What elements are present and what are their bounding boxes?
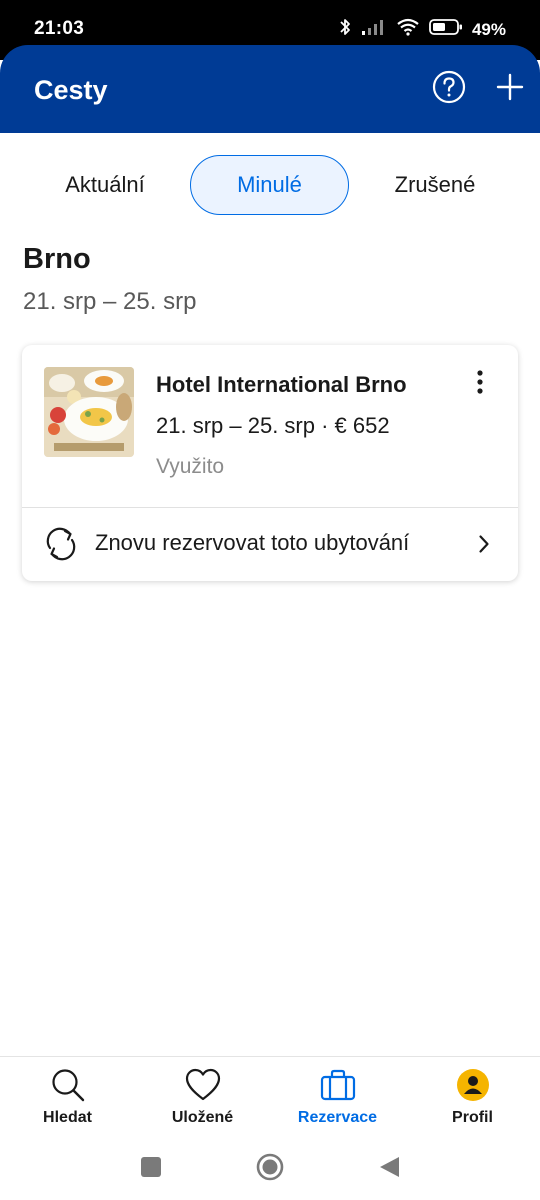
booking-card[interactable]: Hotel International Brno 21. srp – 25. s…	[22, 345, 518, 581]
hotel-name: Hotel International Brno	[156, 372, 407, 397]
search-icon	[50, 1067, 86, 1103]
app-header: Cesty	[0, 45, 540, 133]
system-nav-bar	[0, 1138, 540, 1200]
tab-past[interactable]: Minulé	[190, 155, 349, 215]
status-time: 21:03	[34, 18, 85, 39]
trip-dates: 21. srp – 25. srp	[23, 288, 197, 315]
battery-percent: 49%	[471, 19, 506, 39]
battery-icon	[429, 18, 463, 41]
square-icon	[140, 1156, 162, 1183]
home-button[interactable]	[255, 1152, 285, 1187]
avatar-icon	[455, 1067, 491, 1103]
nav-search[interactable]: Hledat	[0, 1057, 135, 1139]
rebook-label: Znovu rezervovat toto ubytování	[95, 530, 410, 555]
back-button[interactable]	[374, 1154, 404, 1184]
wifi-icon	[396, 18, 420, 41]
back-triangle-icon	[377, 1155, 401, 1184]
hotel-thumbnail	[44, 367, 134, 457]
add-trip-button[interactable]	[492, 71, 528, 107]
page-title: Cesty	[34, 75, 108, 105]
trip-city: Brno	[23, 243, 91, 275]
plus-icon	[496, 73, 524, 106]
trip-tabs: Aktuální Minulé Zrušené	[0, 155, 540, 217]
nav-saved-label: Uložené	[171, 1109, 234, 1126]
bluetooth-icon	[338, 17, 352, 42]
nav-search-label: Hledat	[43, 1109, 92, 1126]
help-button[interactable]	[431, 70, 467, 109]
home-circle-icon	[255, 1152, 285, 1187]
tab-current[interactable]: Aktuální	[40, 155, 170, 215]
signal-icon	[361, 18, 387, 41]
nav-profile-label: Profil	[452, 1109, 493, 1126]
status-icons: 49%	[338, 17, 506, 42]
recents-button[interactable]	[136, 1154, 166, 1184]
booking-status: Využito	[156, 455, 225, 478]
nav-saved[interactable]: Uložené	[135, 1057, 270, 1139]
chevron-right-icon	[478, 534, 490, 559]
suitcase-icon	[320, 1067, 356, 1103]
more-options-button[interactable]	[465, 369, 495, 399]
rebook-button[interactable]: Znovu rezervovat toto ubytování	[22, 508, 518, 581]
refresh-icon	[42, 526, 80, 567]
question-circle-icon	[432, 70, 466, 109]
tab-cancelled[interactable]: Zrušené	[370, 155, 500, 215]
nav-bookings-label: Rezervace	[297, 1109, 378, 1126]
booking-dates-price: 21. srp – 25. srp · € 652	[156, 413, 390, 438]
heart-icon	[185, 1067, 221, 1103]
nav-bookings[interactable]: Rezervace	[270, 1057, 405, 1139]
more-vertical-icon	[476, 369, 484, 400]
nav-profile[interactable]: Profil	[405, 1057, 540, 1139]
bottom-nav: Hledat Uložené Rezervace Profil	[0, 1056, 540, 1139]
